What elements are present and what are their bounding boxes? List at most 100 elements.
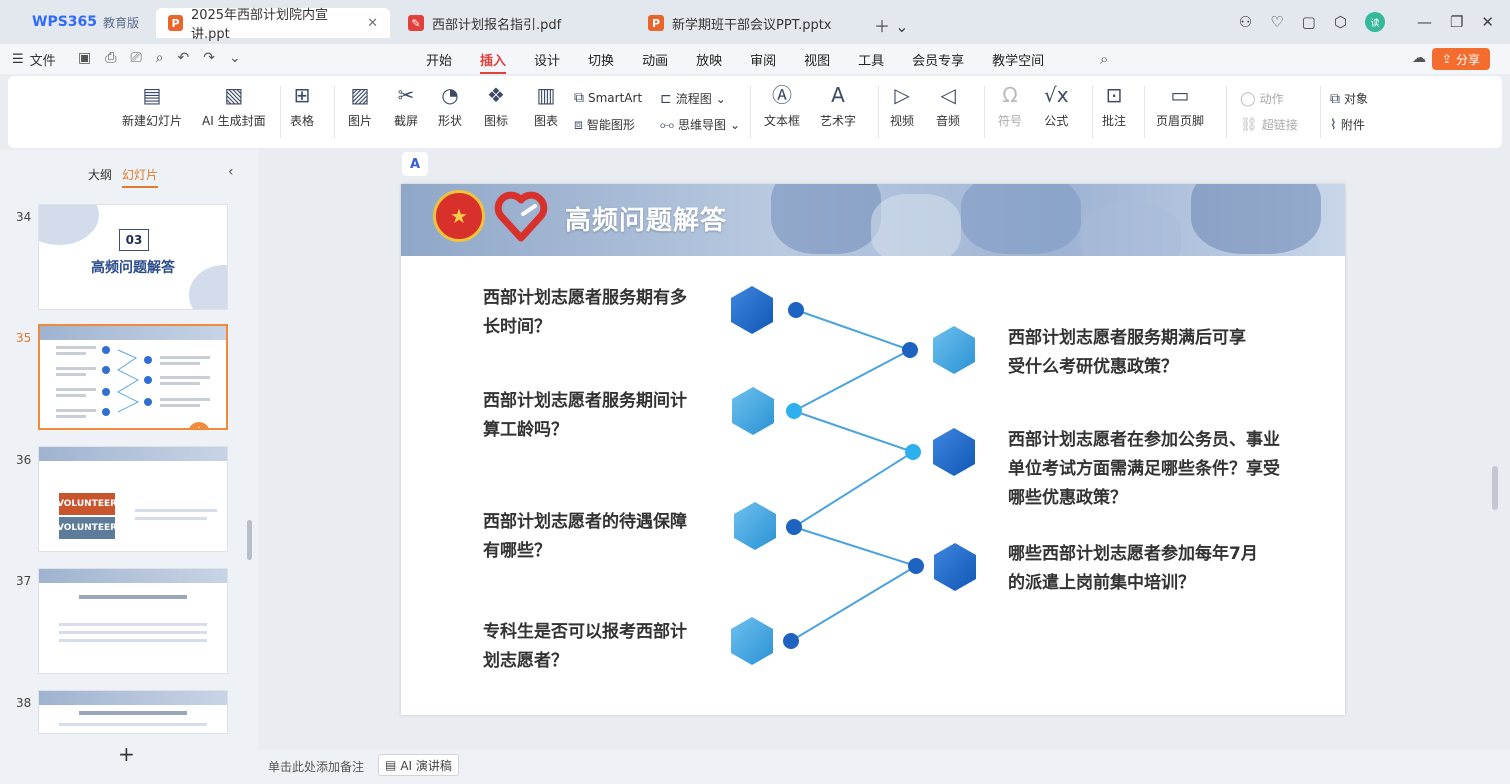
divider bbox=[334, 86, 335, 138]
tab-design[interactable]: 设计 bbox=[520, 50, 574, 72]
doc-tab-pptx[interactable]: P 新学期班干部会议PPT.pptx bbox=[636, 8, 868, 38]
tab-animation[interactable]: 动画 bbox=[628, 50, 682, 72]
preview-icon[interactable]: ⌕ bbox=[156, 50, 164, 66]
cube-icon[interactable]: ⬡ bbox=[1334, 13, 1347, 31]
tab-view[interactable]: 视图 bbox=[790, 50, 844, 72]
menu-bar: ☰ 文件 ▣ ⎙ ⎚ ⌕ ↶ ↷ ⌄ 开始 插入 设计 切换 动画 放映 审阅 … bbox=[0, 44, 1510, 74]
tab-slides[interactable]: 幻灯片 bbox=[122, 166, 158, 188]
action-button[interactable]: ◯ 动作 bbox=[1240, 90, 1284, 107]
header-footer-button[interactable]: ▭ 页眉页脚 bbox=[1156, 84, 1204, 129]
comment-button[interactable]: ⊡ 批注 bbox=[1102, 84, 1126, 129]
divider bbox=[750, 86, 751, 138]
brand-edition: 教育版 bbox=[103, 15, 140, 30]
save-icon[interactable]: ▣ bbox=[78, 50, 91, 66]
shape-button[interactable]: ◔ 形状 bbox=[438, 84, 462, 129]
table-button[interactable]: ⊞ 表格 bbox=[290, 84, 314, 129]
doc-tab-ppt-active[interactable]: P 2025年西部计划院内宣讲.ppt ✕ bbox=[156, 8, 390, 42]
new-tab-button[interactable]: ＋ ⌄ bbox=[874, 13, 909, 37]
icon-button[interactable]: ❖ 图标 bbox=[484, 84, 508, 129]
slide-35[interactable]: ★ 高频问题解答 西部计划志愿者服务期有多长时间？ 西部计划志愿者服务期间计算工… bbox=[401, 184, 1345, 715]
add-slide-button[interactable]: + bbox=[118, 742, 135, 766]
close-window-icon[interactable]: ✕ bbox=[1481, 13, 1494, 31]
tab-teaching[interactable]: 教学空间 bbox=[978, 50, 1058, 72]
tab-tools[interactable]: 工具 bbox=[844, 50, 898, 72]
mindmap-button[interactable]: ⧟ 思维导图 ⌄ bbox=[660, 116, 740, 133]
slide-number: 36 bbox=[16, 453, 32, 467]
close-tab-icon[interactable]: ✕ bbox=[367, 16, 378, 31]
search-icon[interactable]: ⌕ bbox=[1100, 50, 1108, 68]
formula-button[interactable]: √x 公式 bbox=[1044, 84, 1069, 129]
slide-thumbnail-36[interactable]: VOLUNTEER VOLUNTEER bbox=[38, 446, 228, 552]
ai-cover-button[interactable]: ▧ AI 生成封面 bbox=[202, 84, 266, 129]
audio-label: 音频 bbox=[936, 114, 961, 128]
shape-label: 形状 bbox=[438, 114, 463, 128]
undo-icon[interactable]: ↶ bbox=[177, 50, 189, 66]
icons-icon: ❖ bbox=[487, 83, 505, 107]
panel-scrollbar[interactable] bbox=[247, 520, 252, 560]
canvas-scrollbar[interactable] bbox=[1492, 466, 1498, 510]
decor-blob bbox=[39, 205, 99, 245]
new-slide-button[interactable]: ▤ 新建幻灯片 bbox=[122, 84, 182, 129]
app-logo[interactable]: WPS365 教育版 bbox=[10, 8, 150, 36]
new-slide-icon: ▤ bbox=[142, 83, 162, 107]
object-button[interactable]: ⧉ 对象 bbox=[1330, 90, 1368, 107]
divider bbox=[1144, 86, 1145, 138]
video-label: 视频 bbox=[890, 114, 915, 128]
picture-button[interactable]: ▨ 图片 bbox=[348, 84, 372, 129]
video-icon: ▷ bbox=[894, 83, 910, 107]
tab-outline[interactable]: 大纲 bbox=[88, 166, 112, 188]
ai-assistant-icon[interactable]: A bbox=[402, 152, 428, 176]
tab-review[interactable]: 审阅 bbox=[736, 50, 790, 72]
minimize-icon[interactable]: — bbox=[1417, 13, 1432, 31]
attachment-button[interactable]: ⌇ 附件 bbox=[1330, 116, 1365, 133]
notification-icon[interactable]: ♡ bbox=[1270, 13, 1283, 31]
tab-insert[interactable]: 插入 bbox=[466, 50, 520, 74]
smart-shape-button[interactable]: ⧈ 智能图形 bbox=[574, 116, 635, 133]
audio-button[interactable]: ◁ 音频 bbox=[936, 84, 960, 129]
volunteer-image-2: VOLUNTEER bbox=[57, 517, 117, 539]
table-icon: ⊞ bbox=[293, 83, 311, 107]
window-mode-icon[interactable]: ▢ bbox=[1302, 13, 1316, 31]
thumb-banner bbox=[39, 569, 227, 583]
hamburger-icon: ☰ bbox=[12, 52, 24, 67]
slide-thumbnail-35[interactable]: + bbox=[38, 324, 228, 430]
tab-slideshow[interactable]: 放映 bbox=[682, 50, 736, 72]
cloud-upload-icon[interactable]: ☁ bbox=[1412, 50, 1426, 66]
divider bbox=[1092, 86, 1093, 138]
ai-speech-button[interactable]: ▤ AI 演讲稿 bbox=[378, 754, 459, 776]
hyperlink-button[interactable]: ⛓ 超链接 bbox=[1240, 116, 1298, 133]
slide-thumbnail-37[interactable] bbox=[38, 568, 228, 674]
doc-tab-pdf[interactable]: ✎ 西部计划报名指引.pdf bbox=[396, 8, 626, 38]
file-menu[interactable]: ☰ 文件 bbox=[12, 50, 56, 69]
screenshot-button[interactable]: ✂ 截屏 bbox=[394, 84, 418, 129]
flowchart-button[interactable]: ⊏ 流程图 ⌄ bbox=[660, 90, 726, 107]
formula-label: 公式 bbox=[1044, 114, 1069, 128]
slide-thumbnail-34[interactable]: 03 高频问题解答 bbox=[38, 204, 228, 310]
tab-home[interactable]: 开始 bbox=[412, 50, 466, 72]
textbox-button[interactable]: Ⓐ 文本框 bbox=[764, 84, 800, 129]
icon-label: 图标 bbox=[484, 114, 509, 128]
export-icon[interactable]: ⎙ bbox=[105, 50, 116, 66]
more-icon[interactable]: ⌄ bbox=[229, 50, 241, 66]
tab-transition[interactable]: 切换 bbox=[574, 50, 628, 72]
notes-placeholder[interactable]: 单击此处添加备注 bbox=[268, 758, 364, 775]
game-icon[interactable]: ⚇ bbox=[1239, 13, 1252, 31]
restore-icon[interactable]: ❐ bbox=[1450, 13, 1463, 31]
share-button[interactable]: ⇪ 分享 bbox=[1431, 48, 1490, 70]
collapse-panel-icon[interactable]: ‹ bbox=[228, 164, 234, 180]
text-line bbox=[59, 623, 207, 626]
slide-thumbnail-38[interactable] bbox=[38, 690, 228, 734]
print-icon[interactable]: ⎚ bbox=[130, 50, 141, 66]
left-hexagons bbox=[731, 286, 776, 665]
insert-ribbon: ▤ 新建幻灯片 ▧ AI 生成封面 ⊞ 表格 ▨ 图片 ✂ 截屏 ◔ 形状 ❖ … bbox=[8, 76, 1502, 148]
redo-icon[interactable]: ↷ bbox=[203, 50, 215, 66]
tab-member[interactable]: 会员专享 bbox=[898, 50, 978, 72]
wordart-button[interactable]: A 艺术字 bbox=[820, 84, 856, 129]
video-button[interactable]: ▷ 视频 bbox=[890, 84, 914, 129]
symbol-button[interactable]: Ω 符号 bbox=[998, 84, 1022, 129]
smartart-button[interactable]: ⧉ SmartArt bbox=[574, 90, 642, 106]
faq-question-civil-service: 西部计划志愿者在参加公务员、事业单位考试方面需满足哪些条件？享受哪些优惠政策？ bbox=[1008, 430, 1280, 508]
avatar[interactable]: 读 bbox=[1364, 12, 1385, 32]
chart-button[interactable]: ▥ 图表 bbox=[534, 84, 558, 129]
thumb-banner bbox=[39, 447, 227, 461]
